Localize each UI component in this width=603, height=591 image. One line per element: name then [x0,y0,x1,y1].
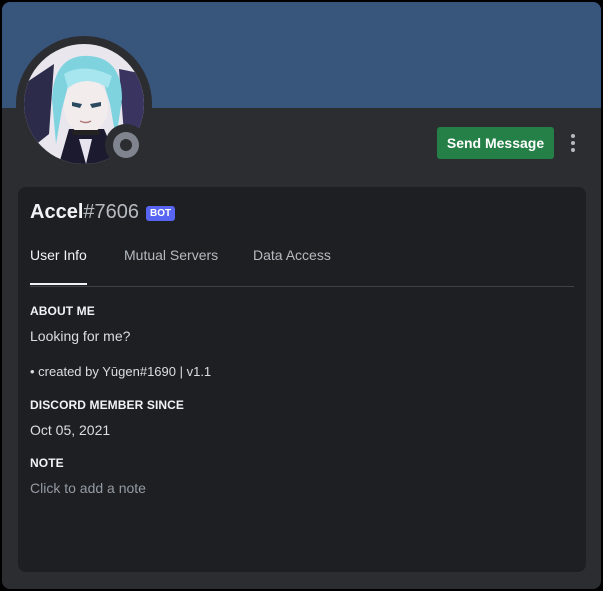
tab-mutual-servers[interactable]: Mutual Servers [124,245,218,285]
tab-data-access[interactable]: Data Access [253,245,331,285]
about-me-heading: ABOUT ME [30,304,95,318]
profile-info-panel: Accel #7606 BOT User Info Mutual Servers… [18,187,586,572]
send-message-button[interactable]: Send Message [437,127,554,159]
user-profile-modal: Send Message Accel #7606 BOT User Info M… [2,2,601,589]
discriminator: #7606 [83,201,139,223]
vertical-ellipsis-icon[interactable] [564,132,582,154]
note-input[interactable]: Click to add a note [30,480,146,496]
offline-status-icon [113,132,139,158]
tab-user-info[interactable]: User Info [30,245,87,285]
note-heading: NOTE [30,456,64,470]
username-row: Accel #7606 BOT [30,201,176,224]
about-me-line-2: • created by Yūgen#1690 | v1.1 [30,364,212,379]
member-since-heading: DISCORD MEMBER SINCE [30,398,185,412]
username: Accel [30,201,84,223]
about-me-line-1: Looking for me? [30,328,131,344]
profile-tabs: User Info Mutual Servers Data Access [30,245,574,287]
bot-badge: BOT [146,206,176,221]
member-since-date: Oct 05, 2021 [30,422,111,438]
